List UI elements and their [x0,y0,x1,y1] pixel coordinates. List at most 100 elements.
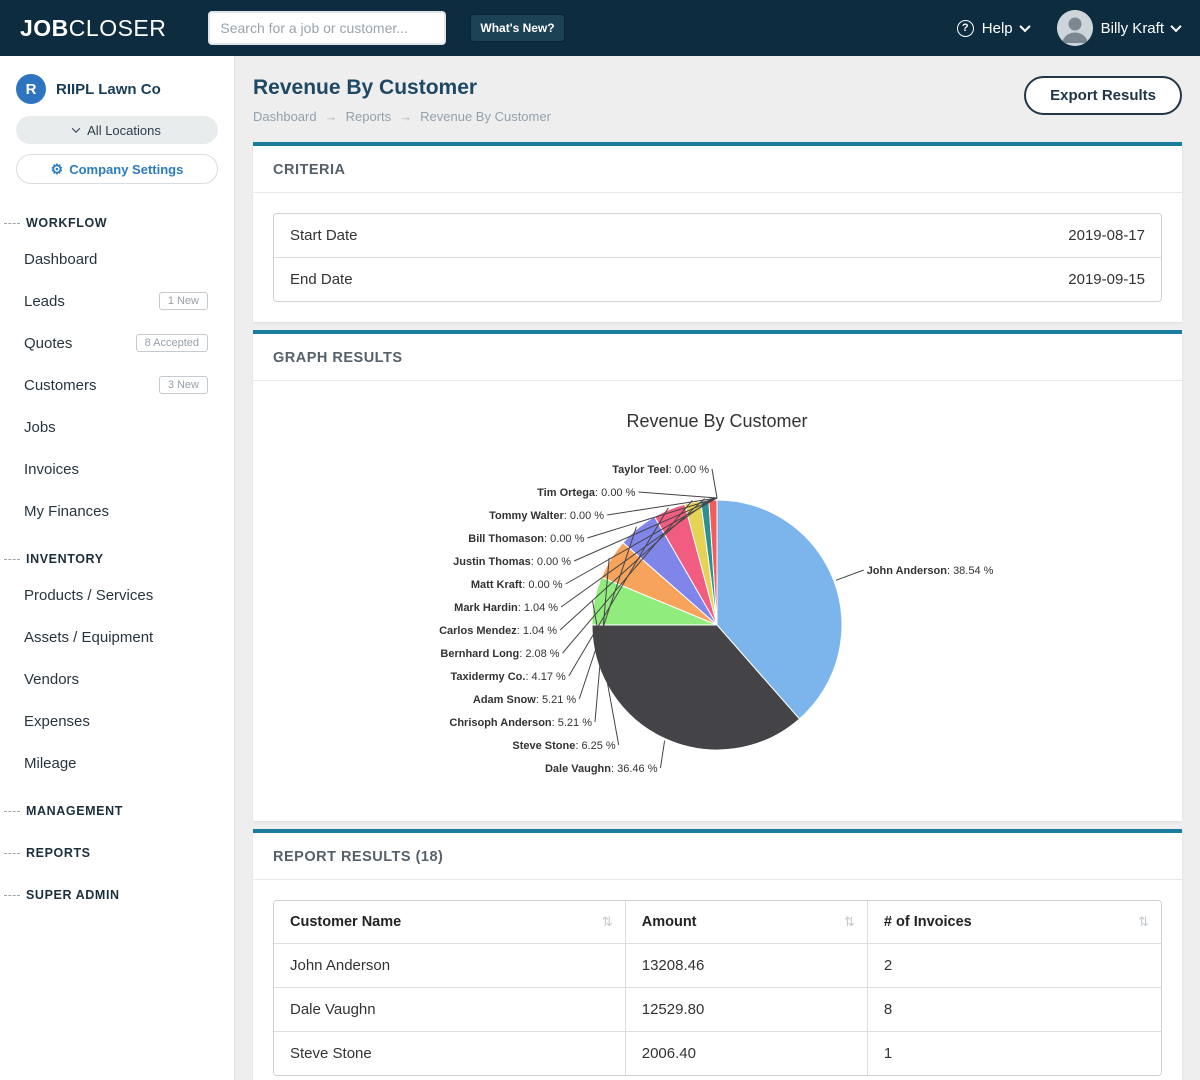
sidebar-item-my-finances[interactable]: My Finances [0,490,234,532]
report-results-title: REPORT RESULTS (18) [253,833,1182,880]
avatar-placeholder-icon [1057,10,1093,46]
company-name: RIIPL Lawn Co [56,81,161,98]
table-cell: 8 [867,988,1161,1032]
sidebar-item-label: Dashboard [24,251,97,268]
column-header-label: # of Invoices [884,914,972,930]
main-content: Revenue By Customer Dashboard→Reports→Re… [235,56,1200,1080]
table-row: Dale Vaughn12529.808 [274,988,1161,1032]
search-input[interactable] [208,11,446,45]
report-table: Customer Name⇅ Amount ⇅ # of Invoices ⇅ John… [274,901,1161,1075]
page-title: Revenue By Customer [253,76,551,100]
sidebar-sections: WORKFLOW Dashboard Leads1 NewQuotes8 Accep… [0,196,234,910]
sidebar-badge: 3 New [159,376,208,394]
graph-results-title: GRAPH RESULTS [253,334,1182,381]
sidebar-item-dashboard[interactable]: Dashboard [0,238,234,280]
sidebar-badge: 8 Accepted [136,334,208,352]
sidebar-item-label: Assets / Equipment [24,629,153,646]
top-navbar: JOBCLOSER What's New? ? Help Billy Kraft [0,0,1200,56]
sidebar-item-quotes[interactable]: Quotes8 Accepted [0,322,234,364]
pie-label-carlos-mendez: Carlos Mendez: 1.04 % [439,625,557,637]
sidebar-item-leads[interactable]: Leads1 New [0,280,234,322]
breadcrumb-item-revenue-by-customer: Revenue By Customer [420,109,551,124]
table-cell: 13208.46 [625,944,867,988]
sidebar-item-label: My Finances [24,503,109,520]
table-cell: 2006.40 [625,1032,867,1076]
sidebar-section-label: WORKFLOW [26,216,107,230]
table-cell: 2 [867,944,1161,988]
sidebar-item-label: Leads [24,293,65,310]
label-connector [712,469,717,498]
sidebar-item-jobs[interactable]: Jobs [0,406,234,448]
sidebar-item-label: Products / Services [24,587,153,604]
company-settings-button[interactable]: ⚙ Company Settings [16,154,218,184]
export-results-button[interactable]: Export Results [1024,76,1182,115]
pie-label-taxidermy-co: Taxidermy Co.: 4.17 % [450,671,566,683]
criteria-row-end-date: End Date2019-09-15 [274,257,1161,301]
table-cell: 1 [867,1032,1161,1076]
table-cell: Dale Vaughn [274,988,625,1032]
label-connector [638,492,717,498]
column-header-label: Amount [642,914,697,930]
pie-label-john-anderson: John Anderson: 38.54 % [867,565,994,577]
breadcrumb-item-reports[interactable]: Reports [346,109,392,124]
table-cell: Steve Stone [274,1032,625,1076]
sidebar-item-mileage[interactable]: Mileage [0,742,234,784]
sidebar-section-workflow: WORKFLOW [0,196,234,238]
sort-icon[interactable]: ⇅ [844,914,855,930]
breadcrumb: Dashboard→Reports→Revenue By Customer [253,109,551,124]
criteria-card-title: CRITERIA [253,146,1182,193]
sidebar-item-vendors[interactable]: Vendors [0,658,234,700]
sort-icon[interactable]: ⇅ [1138,914,1149,930]
criteria-label: Start Date [290,227,358,244]
section-dash-icon [4,223,20,224]
help-label: Help [982,20,1013,37]
column-header-amount[interactable]: Amount ⇅ [625,901,867,944]
sidebar-item-expenses[interactable]: Expenses [0,700,234,742]
pie-label-dale-vaughn: Dale Vaughn: 36.46 % [545,763,658,775]
section-dash-icon [4,811,20,812]
column-header-customer-name[interactable]: Customer Name⇅ [274,901,625,944]
pie-label-tommy-walter: Tommy Walter: 0.00 % [489,510,604,522]
graph-results-card: GRAPH RESULTS Revenue By CustomerTaylor … [253,330,1182,821]
chart-title: Revenue By Customer [626,411,807,431]
revenue-pie-chart: Revenue By CustomerTaylor Teel: 0.00 %Ti… [273,383,1162,813]
user-name: Billy Kraft [1101,20,1164,37]
whats-new-button[interactable]: What's New? [470,14,564,42]
table-cell: 12529.80 [625,988,867,1032]
criteria-value: 2019-08-17 [1068,227,1145,244]
chevron-down-icon [72,124,80,132]
company-settings-label: Company Settings [69,162,183,177]
sidebar-item-label: Vendors [24,671,79,688]
table-cell: John Anderson [274,944,625,988]
sidebar-section-inventory: INVENTORY [0,532,234,574]
sidebar-item-invoices[interactable]: Invoices [0,448,234,490]
logo-light-part: CLOSER [69,15,167,41]
locations-dropdown[interactable]: All Locations [16,116,218,144]
pie-label-matt-kraft: Matt Kraft: 0.00 % [471,579,563,591]
table-header-row: Customer Name⇅ Amount ⇅ # of Invoices ⇅ [274,901,1161,944]
pie-label-bernhard-long: Bernhard Long: 2.08 % [440,648,559,660]
company-avatar: R [16,74,46,104]
sort-icon[interactable]: ⇅ [602,914,613,930]
table-row: John Anderson13208.462 [274,944,1161,988]
sidebar-section-label: INVENTORY [26,552,104,566]
company-row: R RIIPL Lawn Co [0,74,234,104]
pie-label-chrisoph-anderson: Chrisoph Anderson: 5.21 % [449,717,592,729]
help-menu[interactable]: ? Help [957,20,1029,37]
sidebar-item-products-services[interactable]: Products / Services [0,574,234,616]
pie-label-mark-hardin: Mark Hardin: 1.04 % [454,602,558,614]
sidebar-section-label: REPORTS [26,846,91,860]
sidebar-section-management: MANAGEMENT [0,784,234,826]
column-header-of-invoices[interactable]: # of Invoices ⇅ [867,901,1161,944]
table-row: Steve Stone2006.401 [274,1032,1161,1076]
sidebar-item-label: Invoices [24,461,79,478]
chevron-down-icon [1170,21,1181,32]
user-menu[interactable]: Billy Kraft [1057,10,1180,46]
breadcrumb-item-dashboard[interactable]: Dashboard [253,109,317,124]
page-head: Revenue By Customer Dashboard→Reports→Re… [253,76,1182,124]
sidebar-item-customers[interactable]: Customers3 New [0,364,234,406]
app-logo[interactable]: JOBCLOSER [20,15,166,42]
sidebar-item-label: Jobs [24,419,56,436]
pie-label-steve-stone: Steve Stone: 6.25 % [512,740,616,752]
sidebar-item-assets-equipment[interactable]: Assets / Equipment [0,616,234,658]
